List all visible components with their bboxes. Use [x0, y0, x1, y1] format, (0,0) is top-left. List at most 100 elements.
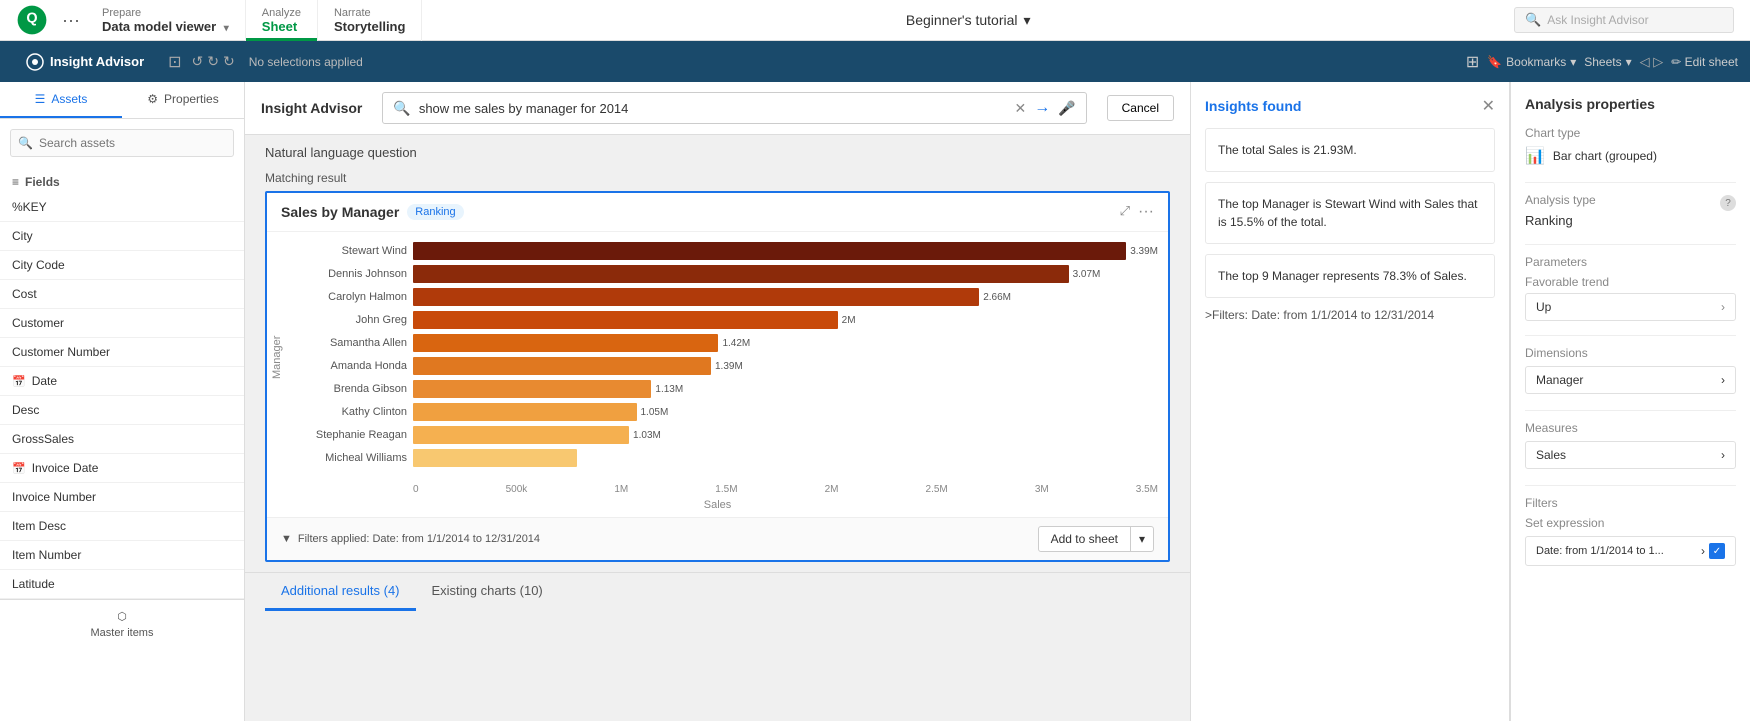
chart-title: Sales by Manager: [281, 204, 399, 220]
x-axis-tick: 3M: [1035, 484, 1049, 495]
bar-row: Amanda Honda 1.39M: [297, 357, 1158, 375]
chart-menu-icon[interactable]: ···: [1138, 203, 1154, 221]
bar-row: Kathy Clinton1.05M: [297, 403, 1158, 421]
field-item[interactable]: Item Desc: [0, 512, 244, 541]
field-item[interactable]: 📅Invoice Date: [0, 454, 244, 483]
svg-text:Q: Q: [26, 11, 37, 27]
analysis-panel: Analysis properties Chart type 📊 Bar cha…: [1510, 82, 1750, 721]
ask-insight-label: Ask Insight Advisor: [1547, 13, 1648, 27]
master-items-button[interactable]: ⬡ Master items: [0, 600, 244, 649]
tab-narrate[interactable]: Narrate Storytelling: [318, 0, 423, 41]
field-item[interactable]: City: [0, 222, 244, 251]
search-send-icon[interactable]: →: [1034, 99, 1050, 117]
search-assets-input[interactable]: [10, 129, 234, 157]
field-item[interactable]: GrossSales: [0, 425, 244, 454]
redo-arrow-icon[interactable]: ↻: [223, 53, 235, 70]
nlq-input[interactable]: [419, 101, 1007, 116]
set-expression-label: Set expression: [1525, 516, 1736, 530]
cancel-button[interactable]: Cancel: [1107, 95, 1174, 121]
field-item[interactable]: Item Number: [0, 541, 244, 570]
bar-value: 1.39M: [715, 361, 743, 372]
tab-additional-results[interactable]: Additional results (4): [265, 573, 416, 611]
selection-icon[interactable]: ⊡: [168, 52, 181, 72]
field-item[interactable]: Customer Number: [0, 338, 244, 367]
field-item[interactable]: Cost: [0, 280, 244, 309]
filter-checkbox[interactable]: ✓: [1709, 543, 1725, 559]
field-item[interactable]: Latitude: [0, 570, 244, 599]
bar-name: Amanda Honda: [297, 360, 407, 372]
bar-name: John Greg: [297, 314, 407, 326]
bar-outer: 1.42M: [413, 334, 1158, 352]
measures-section: Measures Sales ›: [1525, 421, 1736, 469]
edit-sheet-button[interactable]: ✏ Edit sheet: [1671, 55, 1738, 69]
bar-row: Samantha Allen1.42M: [297, 334, 1158, 352]
second-bar-right: ⊞ 🔖 Bookmarks ▾ Sheets ▾ ◁ ▷ ✏ Edit shee…: [1466, 52, 1738, 72]
field-item[interactable]: %KEY: [0, 193, 244, 222]
dimension-value: Manager: [1536, 373, 1583, 387]
search-main-icon: 🔍: [393, 100, 410, 117]
bar-row: Stewart Wind3.39M: [297, 242, 1158, 260]
measure-sales[interactable]: Sales ›: [1525, 441, 1736, 469]
bar-value: 1.13M: [655, 384, 683, 395]
bar-name: Kathy Clinton: [297, 406, 407, 418]
tab-analyze[interactable]: Analyze Sheet: [246, 0, 318, 41]
tutorial-selector[interactable]: Beginner's tutorial ▾: [906, 12, 1031, 29]
tab-existing-charts[interactable]: Existing charts (10): [416, 573, 559, 611]
bar-outer: 1.13M: [413, 380, 1158, 398]
field-name: Item Desc: [12, 519, 66, 533]
sidebar-tab-assets[interactable]: ☰ Assets: [0, 82, 122, 118]
bookmarks-button[interactable]: 🔖 Bookmarks ▾: [1487, 55, 1576, 69]
bar-value: 2M: [842, 315, 856, 326]
chart-header: Sales by Manager Ranking ⤢ ···: [267, 193, 1168, 232]
bar-outer: 1.03M: [413, 426, 1158, 444]
bar-fill: [413, 403, 637, 421]
sheets-button[interactable]: Sheets ▾: [1584, 55, 1631, 69]
divider1: [1525, 182, 1736, 183]
field-name: Desc: [12, 403, 39, 417]
back-arrow-icon[interactable]: ↺: [192, 53, 204, 70]
bar-fill: [413, 449, 577, 467]
logo: Q: [8, 4, 56, 36]
bar-fill: [413, 265, 1069, 283]
dimension-manager[interactable]: Manager ›: [1525, 366, 1736, 394]
grid-icon[interactable]: ⊞: [1466, 52, 1479, 72]
field-item[interactable]: Invoice Number: [0, 483, 244, 512]
field-name: Cost: [12, 287, 37, 301]
filter-date-row[interactable]: Date: from 1/1/2014 to 1... › ✓: [1525, 536, 1736, 566]
search-clear-icon[interactable]: ✕: [1014, 100, 1026, 117]
parameters-section: Parameters Favorable trend Up ›: [1525, 255, 1736, 321]
search-mic-icon[interactable]: 🎤: [1058, 100, 1075, 117]
sidebar-tab-properties[interactable]: ⚙ Properties: [122, 82, 244, 118]
x-axis-label: Sales: [267, 499, 1168, 517]
properties-icon: ⚙: [147, 92, 158, 106]
analysis-panel-title: Analysis properties: [1525, 96, 1736, 112]
field-item[interactable]: Customer: [0, 309, 244, 338]
field-item[interactable]: 📅Date: [0, 367, 244, 396]
insight-advisor-button[interactable]: Insight Advisor: [12, 41, 158, 82]
bar-name: Micheal Williams: [297, 452, 407, 464]
x-axis-tick: 2M: [825, 484, 839, 495]
filter-info: ▼ Filters applied: Date: from 1/1/2014 t…: [281, 533, 540, 545]
forward-arrow-icon[interactable]: ↻: [207, 53, 219, 70]
field-item[interactable]: Desc: [0, 396, 244, 425]
divider3: [1525, 335, 1736, 336]
add-to-sheet-button[interactable]: Add to sheet ▾: [1038, 526, 1154, 552]
dimensions-section: Dimensions Manager ›: [1525, 346, 1736, 394]
field-name: Latitude: [12, 577, 55, 591]
insight-card: The top Manager is Stewart Wind with Sal…: [1205, 182, 1495, 244]
chart-footer: ▼ Filters applied: Date: from 1/1/2014 t…: [267, 517, 1168, 560]
tab-prepare-top: Prepare: [102, 7, 229, 19]
more-options-icon[interactable]: ···: [56, 10, 86, 31]
tab-prepare[interactable]: Prepare Data model viewer ▾: [86, 0, 246, 41]
insight-header: Insight Advisor 🔍 ✕ → 🎤 Cancel: [245, 82, 1190, 135]
field-item[interactable]: City Code: [0, 251, 244, 280]
insights-close-icon[interactable]: ✕: [1482, 96, 1495, 116]
help-icon[interactable]: ?: [1720, 195, 1736, 211]
favorable-trend-selector[interactable]: Up ›: [1525, 293, 1736, 321]
filter-text: Filters applied: Date: from 1/1/2014 to …: [298, 533, 540, 545]
ask-insight-search[interactable]: 🔍 Ask Insight Advisor: [1514, 7, 1734, 33]
search-icon: 🔍: [1525, 12, 1541, 28]
expand-icon[interactable]: ⤢: [1120, 203, 1130, 221]
bar-row: Micheal Williams: [297, 449, 1158, 467]
divider2: [1525, 244, 1736, 245]
